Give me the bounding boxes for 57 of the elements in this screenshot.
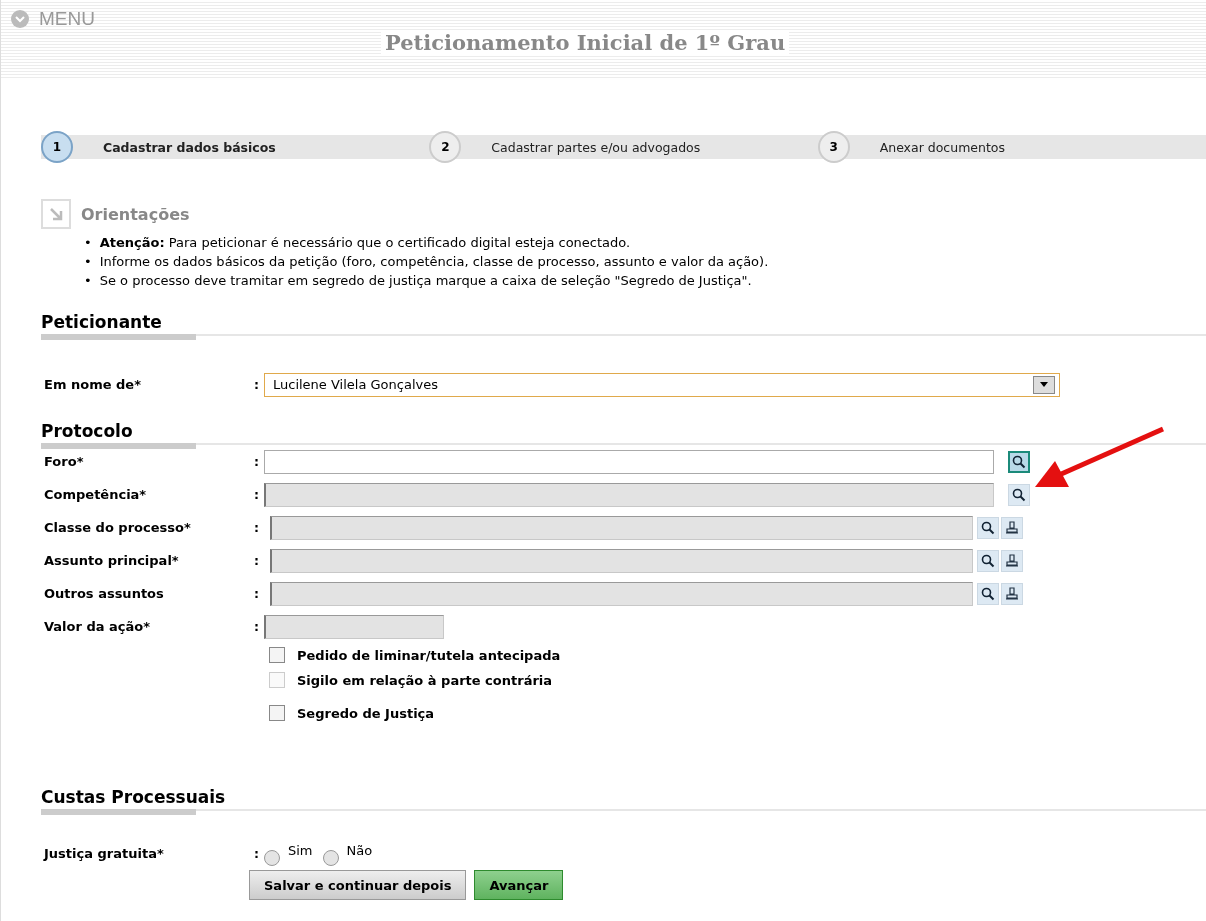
- step-label[interactable]: Anexar documentos: [879, 139, 1005, 155]
- radio-label: Sim: [288, 843, 313, 858]
- checkbox-label: Segredo de Justiça: [297, 705, 435, 721]
- page-title: Peticionamento Inicial de 1º Grau: [381, 30, 790, 55]
- section-title: Protocolo: [41, 421, 133, 441]
- section-title: Peticionante: [41, 312, 162, 332]
- bullet: •: [84, 273, 92, 288]
- stamp-icon: [1005, 520, 1019, 535]
- radio-button[interactable]: [322, 849, 339, 866]
- field-label: Em nome de*: [43, 377, 142, 392]
- colon: :: [254, 454, 260, 469]
- guidance-item: Atenção: Para peticionar é necessário que o certificado digital esteja conectado.: [99, 235, 631, 250]
- guidance-item: Informe os dados básicos da petição (foro, competência, classe de processo, assunto e valor da ação).: [99, 254, 769, 269]
- bullet: •: [84, 235, 92, 250]
- chevron-icon: [11, 10, 29, 28]
- checkbox[interactable]: [269, 705, 285, 721]
- guidance-item: Se o processo deve tramitar em segredo de justiça marque a caixa de seleção "Segredo de Justiça".: [99, 273, 752, 288]
- colon: :: [254, 586, 260, 601]
- colon: :: [254, 520, 260, 535]
- search-icon: [981, 553, 995, 568]
- search-icon: [981, 520, 995, 535]
- colon: :: [254, 846, 260, 861]
- step-number: 1: [41, 131, 73, 163]
- stamp-icon: [1005, 553, 1019, 568]
- search-icon: [1012, 487, 1026, 502]
- field-label: Outros assuntos: [43, 586, 165, 601]
- dropdown-icon: [1033, 375, 1055, 394]
- colon: :: [254, 553, 260, 568]
- save-button[interactable]: Salvar e continuar depois: [249, 870, 467, 900]
- input-field[interactable]: [264, 449, 994, 474]
- step-label[interactable]: Cadastrar dados básicos: [103, 139, 276, 155]
- field-label: Classe do processo*: [43, 520, 192, 535]
- checkbox[interactable]: [269, 647, 285, 663]
- bullet: •: [84, 254, 92, 269]
- colon: :: [254, 487, 260, 502]
- checkbox-label: Sigilo em relação à parte contrária: [297, 672, 553, 688]
- section-title: Custas Processuais: [41, 787, 226, 807]
- step-label[interactable]: Cadastrar partes e/ou advogados: [491, 139, 701, 155]
- colon: :: [254, 619, 260, 634]
- radio-label: Não: [346, 843, 373, 858]
- search-icon: [981, 586, 995, 601]
- search-button[interactable]: [1008, 450, 1030, 473]
- radio-button[interactable]: [264, 849, 280, 866]
- field-label: Assunto principal*: [43, 553, 180, 568]
- stamp-icon: [1005, 586, 1019, 601]
- colon: :: [254, 377, 260, 392]
- field-label: Foro*: [43, 454, 85, 469]
- step-number: 3: [817, 131, 850, 163]
- search-icon: [1012, 454, 1026, 469]
- select-field[interactable]: Lucilene Vilela Gonçalves: [264, 372, 1060, 397]
- field-label: Competência*: [43, 487, 148, 502]
- step-number: 2: [429, 131, 462, 163]
- field-label: Justiça gratuita*: [42, 846, 165, 861]
- checkbox-label: Pedido de liminar/tutela antecipada: [297, 647, 561, 663]
- field-label: Valor da ação*: [43, 619, 152, 634]
- guidance-title: Orientações: [81, 204, 190, 224]
- next-button[interactable]: Avançar: [474, 870, 564, 900]
